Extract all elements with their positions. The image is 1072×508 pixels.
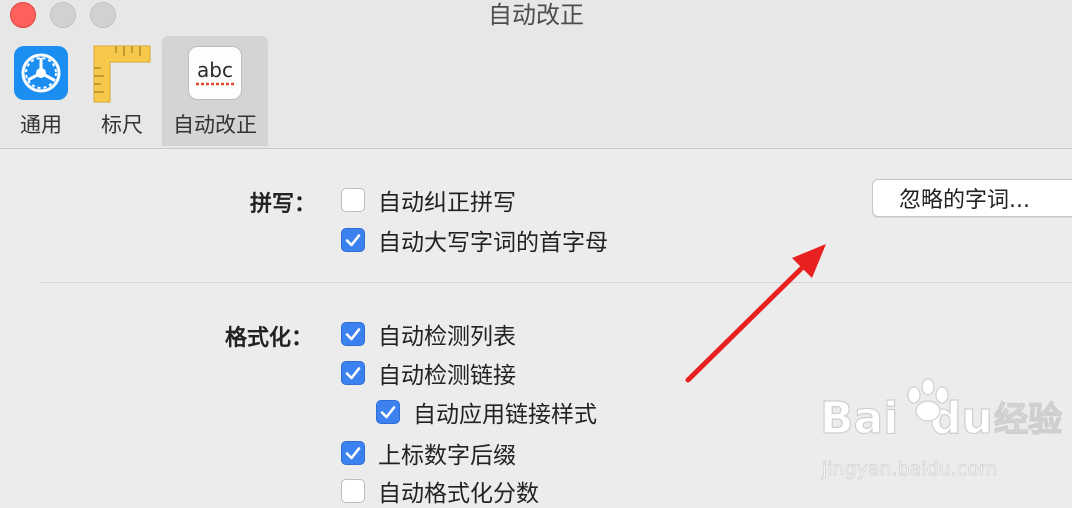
abc-spellcheck-icon: abc bbox=[188, 46, 242, 100]
apply-link-style-label: 自动应用链接样式 bbox=[413, 402, 597, 428]
autocorrect-spelling-label: 自动纠正拼写 bbox=[378, 190, 516, 216]
baidu-jingyan-watermark: Bai du 经验 jingyan.baidu.com bbox=[819, 378, 1063, 480]
checkmark-icon bbox=[345, 328, 361, 341]
format-fractions-option[interactable]: 自动格式化分数 bbox=[341, 476, 539, 507]
svg-text:Bai: Bai bbox=[820, 393, 898, 444]
svg-text:jingyan.baidu.com: jingyan.baidu.com bbox=[821, 458, 997, 480]
detect-links-checkbox[interactable] bbox=[341, 361, 365, 385]
detect-links-label: 自动检测链接 bbox=[378, 363, 516, 389]
tab-autocorrect[interactable]: abc 自动改正 bbox=[162, 36, 268, 146]
tab-ruler-label: 标尺 bbox=[101, 113, 143, 137]
tab-general[interactable]: 通用 bbox=[8, 36, 74, 146]
svg-text:经验: 经验 bbox=[994, 400, 1062, 440]
superscript-suffix-label: 上标数字后缀 bbox=[378, 443, 516, 469]
checkmark-icon bbox=[345, 234, 361, 247]
tab-autocorrect-label: 自动改正 bbox=[173, 113, 257, 137]
window-toolbar: 自动改正 通用 标尺 abc 自动改正 bbox=[0, 0, 1072, 149]
detect-lists-label: 自动检测列表 bbox=[378, 324, 516, 350]
format-fractions-label: 自动格式化分数 bbox=[378, 481, 539, 507]
checkmark-icon bbox=[380, 406, 396, 419]
superscript-suffix-option[interactable]: 上标数字后缀 bbox=[341, 438, 516, 469]
autocorrect-spelling-option[interactable]: 自动纠正拼写 bbox=[341, 185, 516, 216]
svg-text:abc: abc bbox=[197, 58, 233, 82]
tab-ruler[interactable]: 标尺 bbox=[90, 36, 154, 146]
detect-lists-checkbox[interactable] bbox=[341, 322, 365, 346]
autocorrect-spelling-checkbox[interactable] bbox=[341, 188, 365, 212]
superscript-suffix-checkbox[interactable] bbox=[341, 441, 365, 465]
annotation-arrow-icon bbox=[685, 244, 826, 383]
checkmark-icon bbox=[345, 447, 361, 460]
spelling-section-label: 拼写： bbox=[250, 192, 317, 217]
detect-links-option[interactable]: 自动检测链接 bbox=[341, 358, 516, 389]
capitalize-words-checkbox[interactable] bbox=[341, 228, 365, 252]
tab-general-label: 通用 bbox=[20, 113, 62, 137]
section-divider bbox=[40, 282, 1072, 283]
formatting-section-label: 格式化： bbox=[225, 326, 314, 351]
capitalize-words-label: 自动大写字词的首字母 bbox=[378, 230, 608, 256]
ignored-words-button[interactable]: 忽略的字词... bbox=[872, 179, 1072, 217]
window-title: 自动改正 bbox=[488, 1, 584, 29]
detect-lists-option[interactable]: 自动检测列表 bbox=[341, 319, 516, 350]
format-fractions-checkbox[interactable] bbox=[341, 479, 365, 503]
checkmark-icon bbox=[345, 367, 361, 380]
gear-icon bbox=[14, 46, 68, 100]
apply-link-style-checkbox[interactable] bbox=[376, 400, 400, 424]
apply-link-style-option[interactable]: 自动应用链接样式 bbox=[376, 397, 597, 428]
capitalize-words-option[interactable]: 自动大写字词的首字母 bbox=[341, 225, 608, 256]
ruler-icon bbox=[93, 45, 151, 103]
